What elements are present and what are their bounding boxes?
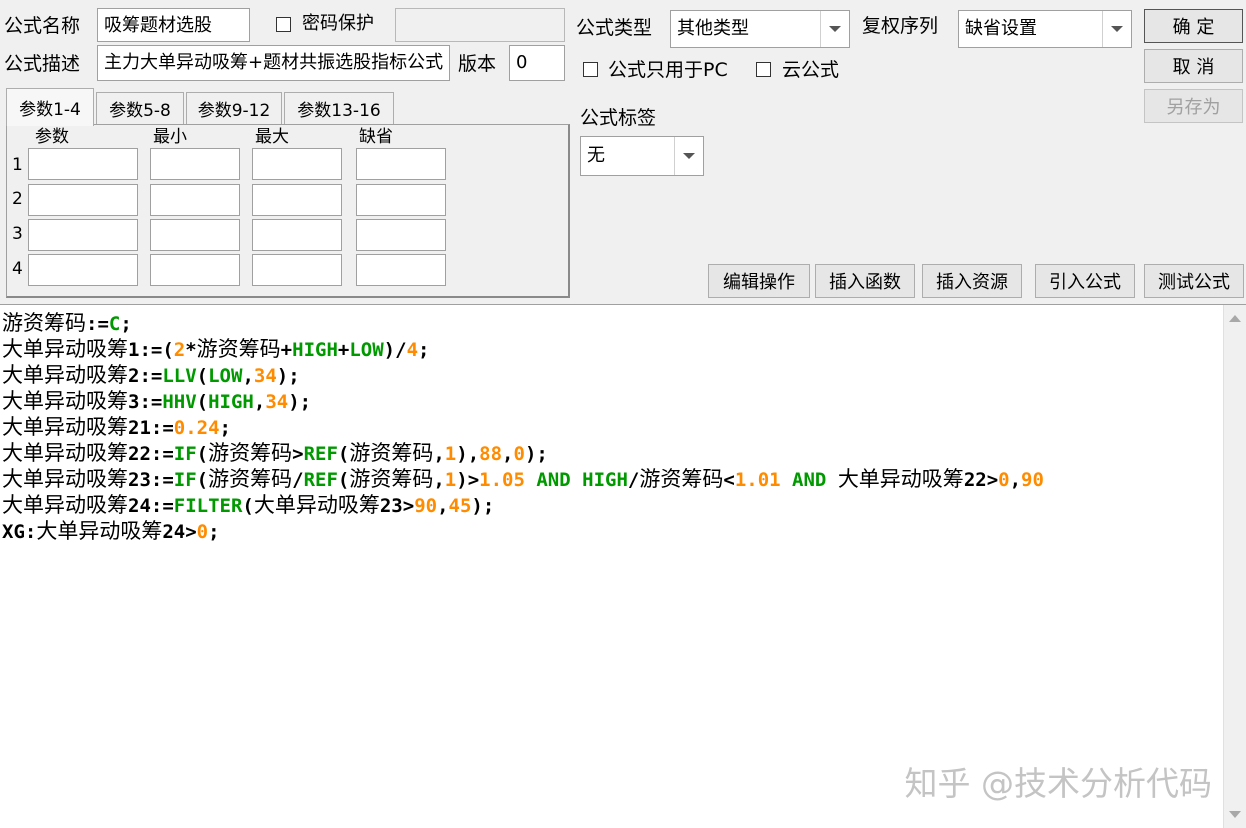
param-min-input[interactable] [150,184,240,216]
code-line: 大单异动吸筹1:=(2*游资筹码+HIGH+LOW)/4; [2,337,430,361]
formula-type-select[interactable]: 其他类型 [670,10,850,48]
tab-params-5-8[interactable]: 参数5-8 [96,92,184,124]
version-label: 版本 [458,53,497,75]
import-formula-button[interactable]: 引入公式 [1035,264,1135,298]
password-label: 密码保护 [302,13,374,34]
formula-name-input[interactable]: 吸筹题材选股 [97,8,250,42]
cancel-button[interactable]: 取 消 [1144,49,1243,83]
formula-desc-label: 公式描述 [4,53,81,75]
scroll-down-icon[interactable] [1229,811,1241,818]
param-name-input[interactable] [28,184,138,216]
param-default-input[interactable] [356,219,446,251]
code-line: 游资筹码:=C; [2,311,132,335]
scroll-up-icon[interactable] [1229,315,1241,322]
param-min-input[interactable] [150,148,240,180]
param-max-input[interactable] [252,254,342,286]
formula-code-editor[interactable]: 游资筹码:=C; 大单异动吸筹1:=(2*游资筹码+HIGH+LOW)/4; 大单异… [0,304,1246,828]
password-input[interactable] [395,8,565,42]
param-row-number: 2 [12,189,23,209]
param-max-input[interactable] [252,219,342,251]
param-default-input[interactable] [356,254,446,286]
param-header-name: 参数 [35,127,69,147]
param-header-min: 最小 [153,127,187,147]
param-name-input[interactable] [28,219,138,251]
chevron-down-icon[interactable] [1102,11,1131,47]
save-as-button[interactable]: 另存为 [1144,89,1243,123]
param-min-input[interactable] [150,219,240,251]
formula-tag-select[interactable]: 无 [580,136,704,176]
rights-select[interactable]: 缺省设置 [958,10,1132,48]
version-input[interactable]: 0 [509,45,565,81]
param-name-input[interactable] [28,254,138,286]
formula-desc-input[interactable]: 主力大单异动吸筹+题材共振选股指标公式 [97,45,450,81]
code-text: 游资筹码:=C; 大单异动吸筹1:=(2*游资筹码+HIGH+LOW)/4; 大单异… [2,310,1222,544]
pc-only-label: 公式只用于PC [608,59,728,81]
param-name-input[interactable] [28,148,138,180]
param-header-max: 最大 [255,127,289,147]
param-header-default: 缺省 [359,127,393,147]
rights-label: 复权序列 [862,15,939,37]
param-max-input[interactable] [252,148,342,180]
code-line: 大单异动吸筹22:=IF(游资筹码>REF(游资筹码,1),88,0); [2,441,548,465]
cloud-label: 云公式 [782,59,840,81]
param-default-input[interactable] [356,184,446,216]
ok-button[interactable]: 确 定 [1144,9,1243,43]
param-max-input[interactable] [252,184,342,216]
tab-params-13-16[interactable]: 参数13-16 [284,92,394,124]
cloud-checkbox[interactable] [756,62,771,77]
param-row-number: 1 [12,155,23,175]
param-row-number: 4 [12,259,23,279]
formula-type-label: 公式类型 [576,17,653,39]
password-checkbox[interactable] [276,17,291,32]
edit-operations-button[interactable]: 编辑操作 [708,264,810,298]
pc-only-checkbox[interactable] [583,62,598,77]
params-panel: 参数 最小 最大 缺省 1 2 3 4 [6,124,570,298]
code-line: 大单异动吸筹3:=HHV(HIGH,34); [2,389,312,413]
param-row-number: 3 [12,224,23,244]
code-line: XG:大单异动吸筹24>0; [2,519,220,543]
formula-tag-label: 公式标签 [580,107,657,129]
formula-name-label: 公式名称 [4,15,81,37]
vertical-scrollbar[interactable] [1223,305,1246,828]
chevron-down-icon[interactable] [820,11,849,47]
insert-function-button[interactable]: 插入函数 [815,264,915,298]
watermark: 知乎 @技术分析代码 [904,764,1213,803]
chevron-down-icon[interactable] [674,137,703,175]
insert-resource-button[interactable]: 插入资源 [922,264,1022,298]
test-formula-button[interactable]: 测试公式 [1144,264,1244,298]
rights-value: 缺省设置 [965,18,1037,39]
code-line: 大单异动吸筹2:=LLV(LOW,34); [2,363,300,387]
formula-type-value: 其他类型 [677,18,749,39]
tab-params-1-4[interactable]: 参数1-4 [6,88,94,126]
formula-tag-value: 无 [587,145,605,166]
param-default-input[interactable] [356,148,446,180]
code-line: 大单异动吸筹23:=IF(游资筹码/REF(游资筹码,1)>1.05 AND H… [2,467,1044,491]
tab-params-9-12[interactable]: 参数9-12 [186,92,282,124]
param-min-input[interactable] [150,254,240,286]
code-line: 大单异动吸筹24:=FILTER(大单异动吸筹23>90,45); [2,493,495,517]
code-line: 大单异动吸筹21:=0.24; [2,415,231,439]
